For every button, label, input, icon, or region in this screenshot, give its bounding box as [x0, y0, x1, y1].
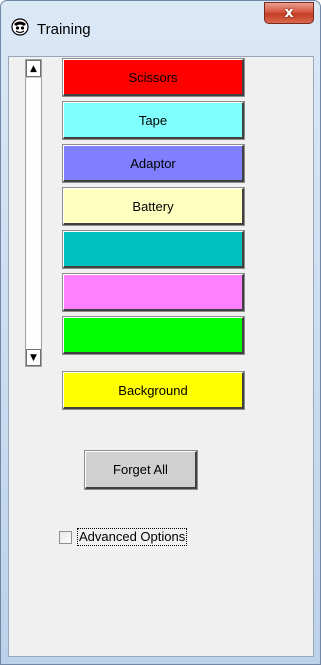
forget-all-label: Forget All: [113, 462, 168, 477]
window-title: Training: [37, 21, 91, 38]
advanced-options-checkbox[interactable]: [59, 530, 72, 544]
class-list-scrollbar[interactable]: ▲ ▼: [25, 59, 42, 367]
advanced-options-label[interactable]: Advanced Options: [77, 528, 188, 546]
arrow-up-icon: ▲: [30, 63, 37, 74]
scroll-track[interactable]: [26, 77, 41, 350]
close-button[interactable]: x: [264, 2, 314, 24]
class-button-tape[interactable]: Tape: [62, 101, 245, 140]
arrow-down-icon: ▼: [30, 352, 37, 363]
scroll-up-button[interactable]: ▲: [26, 60, 41, 77]
class-button-battery[interactable]: Battery: [62, 187, 245, 226]
class-button-empty-6[interactable]: [62, 273, 245, 312]
class-button-background[interactable]: Background: [62, 371, 245, 410]
close-icon: x: [284, 5, 294, 21]
class-button-empty-5[interactable]: [62, 230, 245, 269]
class-button-label: Battery: [132, 198, 174, 214]
scroll-down-button[interactable]: ▼: [26, 349, 41, 366]
class-button-label: Adaptor: [130, 155, 176, 171]
title-bar[interactable]: Training x: [1, 1, 320, 55]
class-button-empty-7[interactable]: [62, 316, 245, 355]
advanced-options-row[interactable]: Advanced Options: [59, 528, 188, 546]
class-button-label: Tape: [138, 112, 168, 128]
class-button-adaptor[interactable]: Adaptor: [62, 144, 245, 183]
training-window: Training x ▲ ▼ Scissors Tape Adaptor Bat…: [0, 0, 321, 665]
forget-all-button[interactable]: Forget All: [84, 450, 198, 490]
class-button-label: Scissors: [128, 69, 178, 85]
class-button-scissors[interactable]: Scissors: [62, 58, 245, 97]
app-logo-icon: [11, 18, 29, 36]
class-button-label: Background: [118, 382, 188, 398]
